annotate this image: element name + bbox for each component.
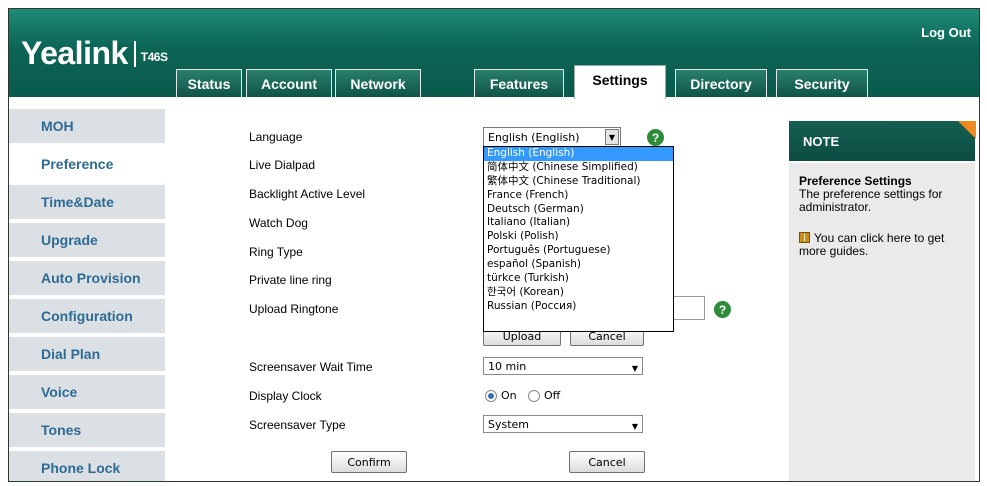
yealink-logo: Yealink T46S <box>21 35 168 72</box>
note-corner-decoration <box>958 121 976 139</box>
clock-on-radio[interactable] <box>485 390 497 402</box>
clock-off-radio[interactable] <box>528 390 540 402</box>
sidebar-item-auto-provision[interactable]: Auto Provision <box>9 261 165 297</box>
sidebar-item-timedate[interactable]: Time&Date <box>9 185 165 221</box>
sidebar-item-moh[interactable]: MOH <box>9 109 165 145</box>
help-icon[interactable]: ? <box>647 129 664 146</box>
language-option[interactable]: Polski (Polish) <box>484 230 673 244</box>
tab-account[interactable]: Account <box>246 69 332 97</box>
ring-type-label: Ring Type <box>249 245 303 259</box>
language-select-value: English (English) <box>488 130 580 144</box>
clock-off-label: Off <box>544 389 561 402</box>
upload-ringtone-label: Upload Ringtone <box>249 302 339 316</box>
screensaver-wait-select[interactable]: 10 min ▼ <box>483 357 643 375</box>
chevron-down-icon: ▼ <box>631 422 638 431</box>
language-option[interactable]: Italiano (Italian) <box>484 216 673 230</box>
tab-network[interactable]: Network <box>335 69 421 97</box>
note-body: Preference Settings The preference setti… <box>789 163 975 481</box>
chevron-down-icon[interactable]: ▼ <box>605 129 619 145</box>
screensaver-wait-value: 10 min <box>488 359 527 373</box>
book-icon <box>799 232 810 243</box>
private-line-ring-label: Private line ring <box>249 273 332 287</box>
model-name: T46S <box>140 49 168 64</box>
sidebar-item-preference[interactable]: Preference <box>9 147 165 183</box>
guide-text[interactable]: You can click here to get more guides. <box>799 231 944 258</box>
screensaver-type-select[interactable]: System ▼ <box>483 415 643 433</box>
tab-settings[interactable]: Settings <box>574 65 666 99</box>
screensaver-type-label: Screensaver Type <box>249 418 346 432</box>
display-clock-label: Display Clock <box>249 389 322 403</box>
live-dialpad-label: Live Dialpad <box>249 158 316 172</box>
language-option[interactable]: türkce (Turkish) <box>484 272 673 286</box>
note-heading: NOTE <box>803 133 840 149</box>
confirm-button[interactable]: Confirm <box>331 451 407 473</box>
brand-name: Yealink <box>21 35 128 71</box>
language-option[interactable]: Deutsch (German) <box>484 203 673 217</box>
language-option[interactable]: 繁体中文 (Chinese Traditional) <box>484 175 673 189</box>
screensaver-wait-label: Screensaver Wait Time <box>249 360 373 374</box>
tab-directory[interactable]: Directory <box>675 69 767 97</box>
note-text: The preference settings for administrato… <box>799 187 943 214</box>
upload-help-icon[interactable]: ? <box>714 301 731 318</box>
language-option[interactable]: Russian (Россия) <box>484 300 673 314</box>
language-select[interactable]: English (English) ▼ <box>483 127 621 147</box>
sidebar-item-tones[interactable]: Tones <box>9 413 165 449</box>
backlight-label: Backlight Active Level <box>249 187 366 201</box>
tab-security[interactable]: Security <box>776 69 868 97</box>
sidebar-item-phone-lock[interactable]: Phone Lock <box>9 451 165 481</box>
sidebar: MOH Preference Time&Date Upgrade Auto Pr… <box>9 105 165 481</box>
language-option[interactable]: 简体中文 (Chinese Simplified) <box>484 161 673 175</box>
sidebar-item-configuration[interactable]: Configuration <box>9 299 165 335</box>
language-option[interactable]: 한국어 (Korean) <box>484 286 673 300</box>
note-header: NOTE <box>789 121 976 161</box>
content-top-strip <box>9 97 979 105</box>
language-option[interactable]: Português (Portuguese) <box>484 244 673 258</box>
cancel-button[interactable]: Cancel <box>569 451 645 473</box>
sidebar-item-voice[interactable]: Voice <box>9 375 165 411</box>
clock-on-label: On <box>501 389 517 402</box>
watch-dog-label: Watch Dog <box>249 216 308 230</box>
language-option[interactable]: France (French) <box>484 189 673 203</box>
tab-features[interactable]: Features <box>474 69 564 97</box>
settings-form: Language Live Dialpad Backlight Active L… <box>165 105 785 481</box>
header-bar: Yealink T46S Log Out Status Account Netw… <box>9 9 979 99</box>
sidebar-item-dial-plan[interactable]: Dial Plan <box>9 337 165 373</box>
note-panel: NOTE Preference Settings The preference … <box>785 105 979 481</box>
guide-link[interactable]: You can click here to get more guides. <box>799 232 967 258</box>
language-option[interactable]: español (Spanish) <box>484 258 673 272</box>
chevron-down-icon: ▼ <box>631 364 638 373</box>
sidebar-item-upgrade[interactable]: Upgrade <box>9 223 165 259</box>
language-dropdown-list[interactable]: English (English) 简体中文 (Chinese Simplifi… <box>483 146 674 332</box>
tab-status[interactable]: Status <box>176 69 242 97</box>
logo-separator <box>133 40 136 67</box>
language-label: Language <box>249 130 303 144</box>
screensaver-type-value: System <box>488 417 530 431</box>
language-option[interactable]: English (English) <box>484 147 673 161</box>
logout-link[interactable]: Log Out <box>921 25 971 40</box>
web-ui-frame: Yealink T46S Log Out Status Account Netw… <box>8 8 980 482</box>
